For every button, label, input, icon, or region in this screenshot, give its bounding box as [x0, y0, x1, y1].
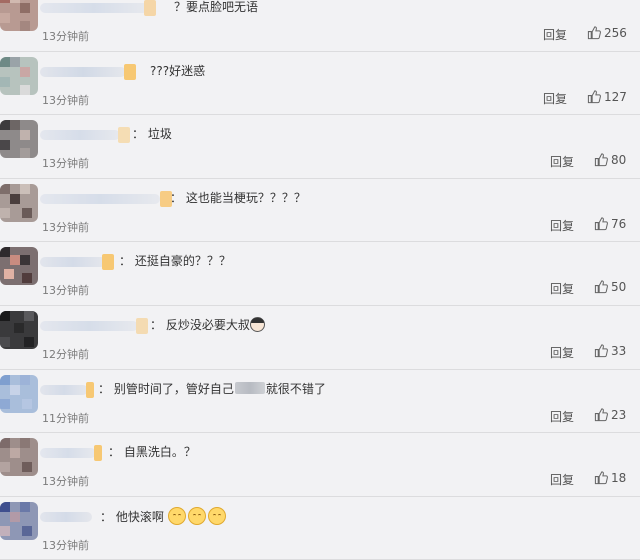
list-item: ： 还挺自豪的？？？ 13分钟前 回复 50 — [0, 242, 640, 306]
like-button[interactable]: 80 — [594, 152, 626, 170]
thumbs-up-icon — [594, 344, 608, 358]
comment-text: ： 自黑洗白。？ — [108, 445, 196, 460]
thumbs-up-icon — [594, 280, 608, 294]
comment-time: 11分钟前 — [42, 411, 89, 425]
comment-text-body: ： 他快滚啊 — [100, 509, 164, 524]
list-item: ： 垃圾 13分钟前 回复 80 — [0, 115, 640, 179]
like-button[interactable]: 256 — [587, 25, 627, 43]
blurred-username[interactable] — [40, 317, 150, 334]
like-count: 23 — [611, 407, 627, 422]
man-face-icon — [249, 316, 265, 332]
blurred-username[interactable] — [40, 254, 118, 271]
smiling-face-icon — [207, 506, 226, 525]
comment-list: ？要点脸吧无语 13分钟前 回复 256 ???好迷惑 13分钟前 回复 127… — [0, 0, 640, 560]
avatar[interactable] — [0, 374, 38, 413]
smiling-face-icon — [167, 506, 186, 525]
reply-button[interactable]: 回复 — [550, 280, 574, 297]
list-item: ： 别管时间了，管好自己 就很不错了 11分钟前 回复 23 — [0, 370, 640, 434]
comment-time: 13分钟前 — [42, 220, 89, 234]
comment-text: ： 这也能当梗玩？？？？ — [170, 190, 306, 205]
comment-text: ？要点脸吧无语 — [174, 0, 259, 14]
comment-text: ： 别管时间了，管好自己 就很不错了 — [98, 380, 326, 397]
list-item: ???好迷惑 13分钟前 回复 127 — [0, 52, 640, 116]
comment-text: ???好迷惑 — [150, 63, 206, 78]
reply-button[interactable]: 回复 — [543, 90, 567, 107]
like-count: 33 — [611, 343, 627, 358]
avatar[interactable] — [0, 438, 38, 477]
avatar[interactable] — [0, 120, 38, 159]
like-count: 76 — [611, 216, 627, 231]
comment-text-after: 就很不错了 — [265, 381, 326, 396]
like-count: 80 — [611, 153, 627, 168]
thumbs-up-icon — [594, 153, 608, 167]
list-item: ？要点脸吧无语 13分钟前 回复 256 — [0, 0, 640, 52]
comment-time: 13分钟前 — [42, 538, 89, 552]
masked-word — [234, 381, 265, 394]
reply-button[interactable]: 回复 — [550, 344, 574, 361]
like-count: 256 — [604, 26, 627, 40]
comment-text-before: ： 别管时间了，管好自己 — [98, 381, 234, 396]
list-item: ： 他快滚啊 13分钟前 — [0, 497, 640, 560]
comment-text: ： 反炒没必要大叔 — [150, 316, 265, 333]
smiling-face-icon — [187, 506, 206, 525]
like-button[interactable]: 76 — [594, 216, 626, 234]
reply-button[interactable]: 回复 — [543, 26, 567, 43]
blurred-username[interactable] — [40, 63, 138, 80]
thumbs-up-icon — [594, 407, 608, 421]
avatar[interactable] — [0, 0, 38, 31]
comment-time: 13分钟前 — [42, 157, 89, 171]
reply-button[interactable]: 回复 — [550, 217, 574, 234]
list-item: ： 自黑洗白。？ 13分钟前 回复 18 — [0, 433, 640, 497]
blurred-username[interactable] — [40, 445, 106, 462]
comment-time: 13分钟前 — [42, 284, 89, 298]
like-count: 50 — [611, 280, 627, 295]
comment-time: 13分钟前 — [42, 475, 89, 489]
comment-text: ： 还挺自豪的？？？ — [119, 254, 231, 269]
like-count: 18 — [611, 471, 627, 486]
blurred-username[interactable] — [40, 381, 98, 398]
blurred-username[interactable] — [40, 509, 100, 525]
like-button[interactable]: 50 — [594, 279, 626, 297]
comment-text: ： 他快滚啊 — [100, 506, 228, 525]
list-item: ： 这也能当梗玩？？？？ 13分钟前 回复 76 — [0, 179, 640, 243]
blurred-username[interactable] — [40, 190, 174, 207]
comment-time: 12分钟前 — [42, 347, 89, 361]
thumbs-up-icon — [594, 471, 608, 485]
thumbs-up-icon — [594, 217, 608, 230]
like-count: 127 — [604, 89, 627, 104]
comment-time: 13分钟前 — [42, 93, 89, 107]
list-item: ： 反炒没必要大叔 12分钟前 回复 33 — [0, 306, 640, 370]
comment-text: ： 垃圾 — [132, 127, 172, 142]
like-button[interactable]: 23 — [594, 407, 626, 425]
comment-text-body: ： 反炒没必要大叔 — [150, 317, 250, 332]
comment-time: 13分钟前 — [42, 30, 89, 43]
thumbs-up-icon — [587, 26, 601, 40]
avatar[interactable] — [0, 183, 38, 222]
like-button[interactable]: 33 — [594, 343, 626, 361]
avatar[interactable] — [0, 310, 38, 349]
like-button[interactable]: 18 — [594, 470, 626, 488]
thumbs-up-icon — [587, 89, 601, 103]
blurred-username[interactable] — [40, 127, 132, 144]
avatar[interactable] — [0, 247, 38, 286]
like-button[interactable]: 127 — [587, 89, 627, 107]
avatar[interactable] — [0, 501, 38, 540]
avatar[interactable] — [0, 56, 38, 95]
reply-button[interactable]: 回复 — [550, 471, 574, 488]
reply-button[interactable]: 回复 — [550, 153, 574, 170]
reply-button[interactable]: 回复 — [550, 408, 574, 425]
blurred-username[interactable] — [40, 0, 164, 16]
